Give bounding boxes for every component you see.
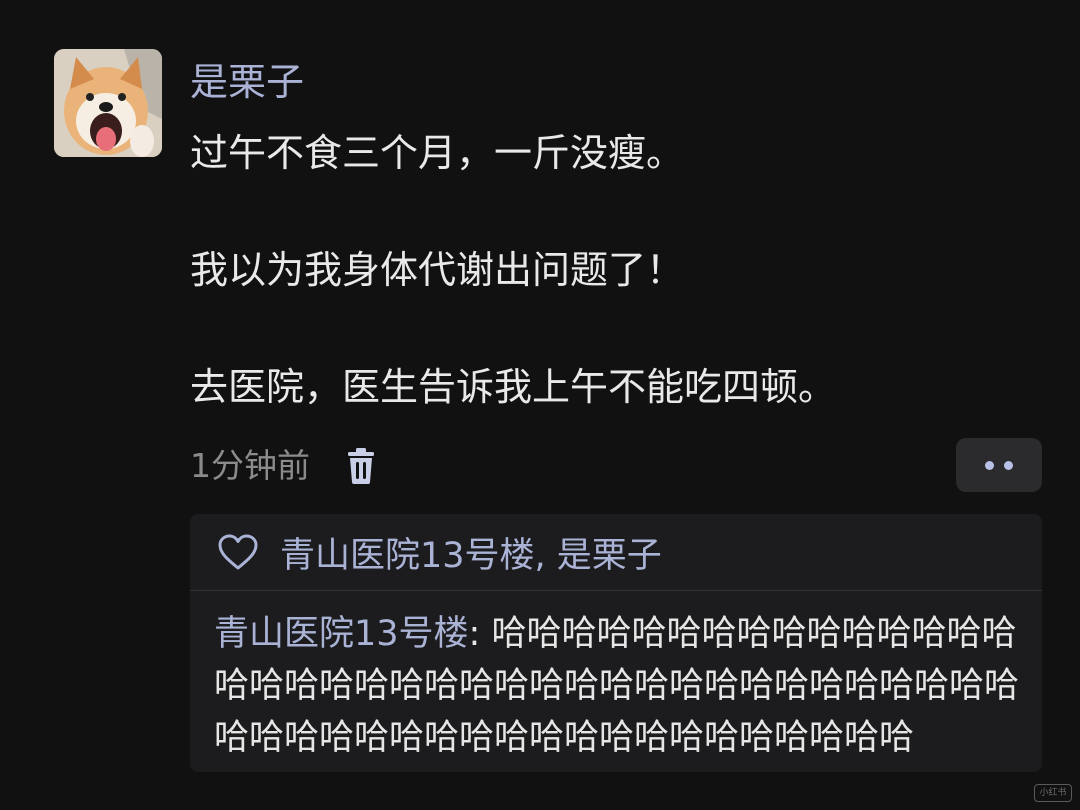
reply-card: 青山医院13号楼, 是栗子 青山医院13号楼: 哈哈哈哈哈哈哈哈哈哈哈哈哈哈哈哈… bbox=[190, 514, 1042, 772]
watermark-logo: 小红书 bbox=[1034, 784, 1072, 802]
comment: 青山医院13号楼: 哈哈哈哈哈哈哈哈哈哈哈哈哈哈哈哈哈哈哈哈哈哈哈哈哈哈哈哈哈哈… bbox=[214, 608, 1034, 764]
heart-icon-glyph bbox=[218, 534, 258, 570]
comment-author[interactable]: 青山医院13号楼 bbox=[214, 614, 469, 654]
divider bbox=[190, 590, 1042, 591]
post-line: 我以为我身体代谢出问题了！ bbox=[190, 248, 685, 292]
username[interactable]: 是栗子 bbox=[190, 56, 304, 108]
post-line: 去医院，医生告诉我上午不能吃四顿。 bbox=[190, 365, 837, 409]
more-dots-icon bbox=[985, 460, 994, 470]
timestamp: 1分钟前 bbox=[190, 446, 310, 485]
trash-icon-glyph bbox=[348, 448, 374, 484]
more-dots-icon bbox=[1004, 460, 1013, 470]
heart-outline-icon[interactable] bbox=[216, 532, 260, 572]
avatar[interactable] bbox=[54, 49, 162, 157]
post-meta: 1分钟前 bbox=[190, 440, 378, 492]
more-options-button[interactable] bbox=[956, 438, 1042, 492]
comment-separator: : bbox=[468, 614, 492, 654]
likes-row: 青山医院13号楼, 是栗子 bbox=[190, 514, 1042, 590]
post-body: 过午不食三个月，一斤没瘦。 我以为我身体代谢出问题了！ 去医院，医生告诉我上午不… bbox=[190, 124, 1050, 416]
likers-list[interactable]: 青山医院13号楼, 是栗子 bbox=[280, 527, 662, 578]
shiba-dog-avatar-icon bbox=[54, 49, 162, 157]
post-line: 过午不食三个月，一斤没瘦。 bbox=[190, 131, 685, 175]
trash-icon[interactable] bbox=[344, 447, 378, 485]
